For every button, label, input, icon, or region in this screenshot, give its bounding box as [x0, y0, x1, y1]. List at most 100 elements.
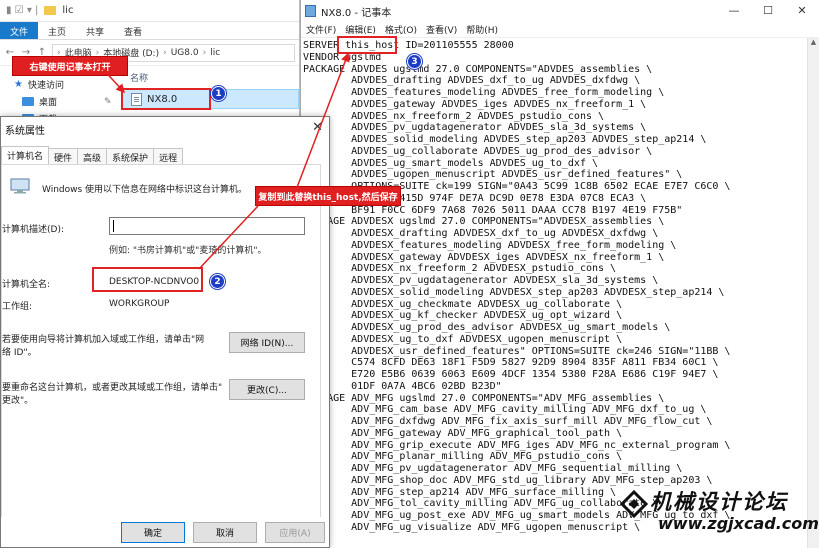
text-line: ADVDESX_ug_prod_des_advisor ADVDESX_ug_s…: [303, 322, 671, 333]
highlight-this-host: [337, 36, 397, 54]
text-line: ADVDES_drafting ADVDES_dxf_to_ug ADVDES_…: [303, 75, 641, 87]
minimize-icon[interactable]: —: [717, 0, 751, 22]
tab-hardware[interactable]: 硬件: [48, 148, 79, 164]
text-line: ADVDESX_nx_freeform_2 ADVDESX_pstudio_co…: [303, 263, 617, 275]
text-line: ADV_MFG_pv_ugdatagenerator ADV_MFG_seque…: [303, 463, 683, 474]
notepad-title: NX8.0 - 记事本: [321, 7, 392, 19]
explorer-ribbon: 文件 主页 共享 查看: [0, 22, 299, 40]
dialog-tabs: 计算机名 硬件 高级 系统保护 远程: [1, 146, 184, 164]
text-cursor: [113, 220, 114, 232]
tab-system-protection[interactable]: 系统保护: [106, 148, 155, 164]
system-properties-dialog: 系统属性 ✕ 计算机名 硬件 高级 系统保护 远程 Windows 使用以下信息…: [0, 116, 330, 548]
callout-replace-this-host: 复制到此替换this_host,然后保存: [255, 186, 401, 206]
close-icon[interactable]: ✕: [312, 120, 323, 135]
tab-remote[interactable]: 远程: [153, 148, 184, 164]
text-line: ADVDESX_usr_defined_features" OPTIONS=SU…: [303, 345, 731, 357]
text-line: ADVDES_pv_ugdatagenerator ADVDES_sla_3d_…: [303, 122, 647, 134]
text-line: E720 E5B6 0639 6063 E609 4DCF 1354 5380 …: [303, 369, 719, 380]
tab-computer-name[interactable]: 计算机名: [1, 146, 50, 164]
scroll-up-icon[interactable]: ▲: [808, 38, 819, 46]
highlight-computer-fullname: [92, 267, 203, 292]
apply-button[interactable]: 应用(A): [265, 522, 325, 543]
pin-icon[interactable]: ✎: [104, 97, 112, 107]
text-line: ADVDESX_pv_ugdatagenerator ADVDESX_sla_3…: [303, 275, 659, 286]
vertical-scrollbar[interactable]: ▲: [807, 38, 819, 548]
text-line: ADV_MFG_planar_milling ADV_MFG_pstudio_c…: [303, 451, 623, 463]
rename-text-line1: 要重命名这台计算机，或者更改其域或工作组，请单击": [2, 383, 223, 393]
text-line: ADVDES_ug_collaborate ADVDES_ug_prod_des…: [303, 145, 653, 157]
example-text: 例如: "书房计算机"或"麦琦的计算机"。: [109, 246, 267, 256]
menu-file[interactable]: 文件(F): [306, 23, 336, 36]
highlight-file-nx80: [121, 88, 211, 110]
breadcrumb-lic[interactable]: lic: [210, 48, 220, 58]
maximize-icon[interactable]: ☐: [751, 0, 785, 22]
text-line: ADVDES_ugopen_menuscript ADVDES_usr_defi…: [303, 169, 683, 181]
nav-item-desktop[interactable]: 桌面: [22, 95, 57, 108]
computer-name-panel: Windows 使用以下信息在网络中标识这台计算机。 计算机描述(D): 例如:…: [1, 164, 321, 519]
nav-item-quick-access[interactable]: ★ 快速访问: [14, 78, 64, 91]
menu-format[interactable]: 格式(O): [385, 23, 417, 36]
notepad-text-area[interactable]: SERVER this_host ID=201105555 28000 VENDO…: [301, 38, 808, 548]
close-icon[interactable]: ✕: [785, 0, 819, 22]
join-text-line1: 若要使用向导将计算机加入域或工作组，请单击"网: [2, 335, 205, 345]
text-line: ADV_MFG_gateway ADV_MFG_graphical_tool_p…: [303, 427, 623, 439]
text-line: ADVDESX_drafting ADVDESX_dxf_to_ug ADVDE…: [303, 228, 659, 239]
desktop-icon: [22, 97, 34, 106]
text-line: PACKAGE ADVDESX ugslmd 27.0 COMPONENTS="…: [303, 216, 665, 228]
watermark-title: 机械设计论坛: [650, 489, 788, 514]
text-line: PACKAGE ADV_MFG ugslmd 27.0 COMPONENTS="…: [303, 392, 665, 404]
callout-open-with-notepad: 右键使用记事本打开: [12, 56, 128, 76]
star-icon: ★: [14, 79, 23, 90]
nav-item-label: 快速访问: [27, 81, 64, 91]
ribbon-tab-home[interactable]: 主页: [38, 22, 76, 39]
dialog-title: 系统属性: [5, 125, 45, 137]
ribbon-tab-share[interactable]: 共享: [76, 22, 114, 39]
text-line: ADVDESX_ug_to_dxf ADVDESX_ugopen_menuscr…: [303, 333, 623, 345]
quick-access-toolbar-icon[interactable]: ▮ ☑ ▾ |: [6, 5, 38, 16]
change-button[interactable]: 更改(C)...: [229, 379, 305, 400]
nav-item-label: 桌面: [39, 98, 58, 108]
explorer-title: lic: [62, 5, 74, 16]
forum-logo-icon: [620, 490, 648, 518]
text-line: ADV_MFG_dxfdwg ADV_MFG_fix_axis_surf_mil…: [303, 416, 713, 427]
dialog-button-bar: 确定 取消 应用(A): [1, 517, 329, 547]
ribbon-tab-view[interactable]: 查看: [114, 22, 152, 39]
text-line: BF91 F0CC 6DF9 7A68 7026 5011 DAAA CC78 …: [303, 204, 683, 216]
watermark-url: www.zgjxcad.com: [658, 514, 819, 533]
text-line: ADV_MFG_cam_base ADV_MFG_cavity_milling …: [303, 404, 707, 416]
text-line: ADVDES_nx_freeform_2 ADVDES_pstudio_cons…: [303, 110, 605, 122]
breadcrumb-ug80[interactable]: UG8.0: [171, 48, 199, 58]
network-id-button[interactable]: 网络 ID(N)...: [229, 332, 305, 353]
text-line: ADVDESX_ug_checkmate ADVDESX_ug_collabor…: [303, 298, 623, 310]
description-label: 计算机描述(D):: [2, 225, 64, 235]
text-line: ADVDES_gateway ADVDES_iges ADVDES_nx_fre…: [303, 98, 647, 110]
text-line: ADV_MFG_shop_doc ADV_MFG_std_ug_library …: [303, 474, 713, 486]
cancel-button[interactable]: 取消: [193, 522, 257, 543]
intro-text: Windows 使用以下信息在网络中标识这台计算机。: [42, 185, 248, 195]
notepad-icon: [305, 5, 316, 17]
ok-button[interactable]: 确定: [121, 522, 185, 543]
text-line: ADVDES_solid_modeling ADVDES_step_ap203 …: [303, 134, 707, 145]
menu-edit[interactable]: 编辑(E): [345, 23, 376, 36]
text-line: ADVDESX_features_modeling ADVDESX_free_f…: [303, 239, 677, 251]
tab-advanced[interactable]: 高级: [77, 148, 108, 164]
column-header-name[interactable]: 名称: [130, 71, 148, 84]
window-controls: — ☐ ✕: [717, 0, 819, 22]
explorer-titlebar: ▮ ☑ ▾ | lic: [0, 0, 299, 22]
step-badge-2: 2: [210, 274, 225, 289]
text-line: ADV_MFG_grip_execute ADV_MFG_iges ADV_MF…: [303, 439, 731, 451]
ribbon-tab-file[interactable]: 文件: [0, 22, 39, 39]
text-line: ADVDESX_ug_kf_checker ADVDESX_ug_opt_wiz…: [303, 310, 623, 322]
rename-text-line2: 更改"。: [2, 396, 34, 406]
site-watermark: 机械设计论坛 www.zgjxcad.com: [618, 486, 819, 540]
folder-icon: [44, 6, 57, 15]
menu-help[interactable]: 帮助(H): [466, 23, 498, 36]
join-text-line2: 络 ID"。: [2, 348, 37, 358]
text-line: 01DF 0A7A 4BC6 02BD B23D": [303, 380, 502, 392]
text-line: C574 8CFD DE63 18F1 F5D9 5827 92D9 8904 …: [303, 357, 719, 369]
text-line: ADVDES_features_modeling ADVDES_free_for…: [303, 87, 665, 98]
chevron-right-icon: ›: [202, 47, 207, 58]
menu-view[interactable]: 查看(V): [426, 23, 457, 36]
fullname-label: 计算机全名:: [2, 280, 51, 290]
description-input[interactable]: [109, 217, 305, 235]
